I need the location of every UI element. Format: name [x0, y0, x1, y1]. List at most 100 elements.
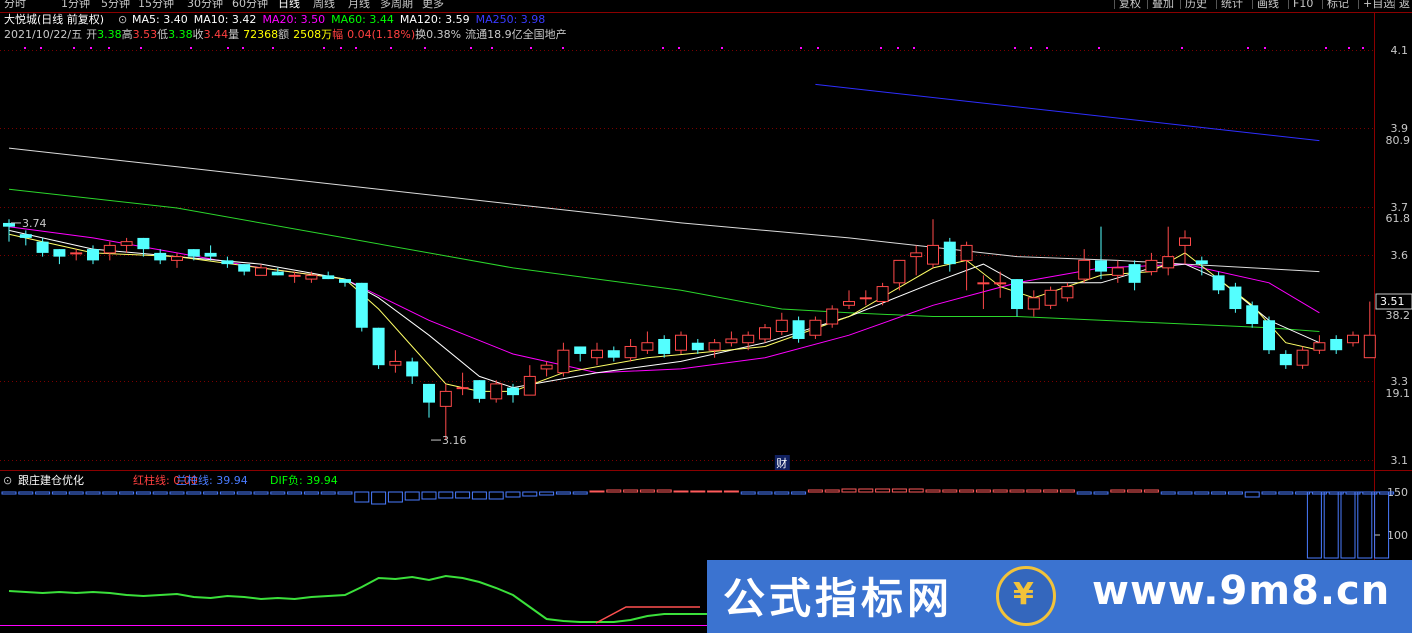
- blue-bar: [253, 491, 269, 495]
- candle-body: [1212, 275, 1225, 291]
- blue-bar: [18, 491, 34, 495]
- candle-body: [1111, 267, 1124, 276]
- blue-bar: [505, 491, 521, 498]
- blue-bar: [135, 491, 151, 495]
- blue-bar: [1323, 491, 1339, 559]
- candle-body: [339, 279, 351, 283]
- blue-bar: [740, 491, 756, 495]
- marker-dot: [897, 47, 899, 49]
- candle-body: [1162, 256, 1175, 269]
- marker-dot: [108, 47, 110, 49]
- marker-dot: [662, 47, 664, 49]
- annotation-label: 3.74: [22, 217, 47, 230]
- candle-body: [473, 380, 486, 399]
- marker-dot: [1362, 47, 1364, 49]
- marker-dot: [491, 47, 493, 49]
- marker-dot: [1181, 47, 1183, 49]
- blue-bar: [303, 491, 319, 495]
- red-bar: [992, 489, 1008, 493]
- candle-body: [927, 244, 939, 265]
- red-bar: [623, 489, 639, 493]
- candle-body: [775, 319, 788, 332]
- candle-body: [792, 320, 805, 339]
- blue-bar: [555, 491, 571, 495]
- candle-body: [3, 222, 15, 227]
- candle-body: [238, 264, 251, 272]
- candle-body: [103, 244, 116, 254]
- blue-bar: [337, 491, 353, 495]
- red-bar: [1059, 489, 1075, 493]
- red-bar: [875, 488, 891, 493]
- candle-body: [742, 334, 755, 344]
- red-bar: [925, 489, 941, 493]
- red-bar: [690, 490, 706, 493]
- blue-bar: [522, 491, 538, 497]
- candle-body: [1195, 260, 1208, 265]
- indicator-legend: 兰柱线: 39.94: [176, 473, 248, 487]
- marker-dot: [530, 47, 532, 49]
- price-tick-label: 3.1: [1391, 454, 1409, 467]
- candle-body: [523, 375, 536, 396]
- percent-tick-label: 80.9: [1386, 134, 1411, 147]
- candle-body: [221, 260, 234, 265]
- watermark-banner: 公式指标网 ¥ www.9m8.cn: [707, 560, 1412, 633]
- candle-body: [1179, 237, 1191, 246]
- candle-body: [691, 342, 704, 351]
- candle-body: [255, 267, 267, 276]
- candle-body: [137, 237, 150, 250]
- marker-dot: [340, 47, 342, 49]
- red-bar: [723, 490, 739, 493]
- candle-body: [1347, 334, 1359, 344]
- candle-body: [187, 249, 200, 257]
- marker-dot: [1014, 47, 1016, 49]
- blue-bar: [354, 491, 370, 503]
- blue-bar: [757, 491, 773, 495]
- blue-bar: [1244, 491, 1260, 498]
- event-marker-label: 财: [776, 456, 787, 470]
- candle-body: [574, 346, 587, 354]
- blue-bar: [119, 491, 135, 495]
- candle-body: [204, 252, 217, 257]
- marker-dot: [562, 47, 564, 49]
- marker-dot: [24, 47, 26, 49]
- candle-body: [994, 282, 1007, 285]
- marker-dot: [721, 47, 723, 49]
- red-bar: [975, 489, 991, 493]
- red-bar: [824, 489, 840, 493]
- red-bar: [891, 488, 907, 493]
- candle-body: [1078, 259, 1091, 280]
- indicator-title: 跟庄建仓优化: [18, 473, 84, 487]
- ma-line: [815, 83, 1320, 142]
- red-bar: [606, 489, 622, 493]
- candle-body: [36, 241, 49, 253]
- blue-bar: [438, 491, 454, 499]
- marker-dot: [1098, 47, 1100, 49]
- candle-body: [406, 361, 419, 377]
- candle-body: [876, 286, 889, 303]
- candle-body: [1279, 353, 1292, 366]
- price-tick-label: 4.1: [1391, 44, 1409, 57]
- candle-body: [271, 271, 284, 276]
- blue-bar: [421, 491, 437, 500]
- candle-body: [1263, 320, 1275, 351]
- candle-body: [607, 350, 620, 358]
- blue-bar: [1211, 491, 1227, 495]
- candle-body: [759, 327, 771, 340]
- candle-body: [53, 249, 66, 257]
- blue-bar: [1306, 491, 1322, 559]
- marker-dot: [1030, 47, 1032, 49]
- marker-dot: [390, 47, 392, 49]
- candle-body: [675, 334, 687, 351]
- blue-bar: [471, 491, 487, 500]
- indicator-dropdown-icon: ⊙: [3, 474, 12, 487]
- blue-bar: [236, 491, 252, 495]
- candle-body: [1246, 305, 1259, 325]
- candle-body: [439, 390, 452, 407]
- watermark-title: 公式指标网: [723, 574, 954, 623]
- candle-body: [708, 342, 721, 351]
- blue-bar: [203, 491, 219, 495]
- candle-body: [809, 319, 822, 336]
- blue-bar: [488, 491, 504, 500]
- candle-body: [1296, 349, 1309, 366]
- marker-dot: [40, 47, 42, 49]
